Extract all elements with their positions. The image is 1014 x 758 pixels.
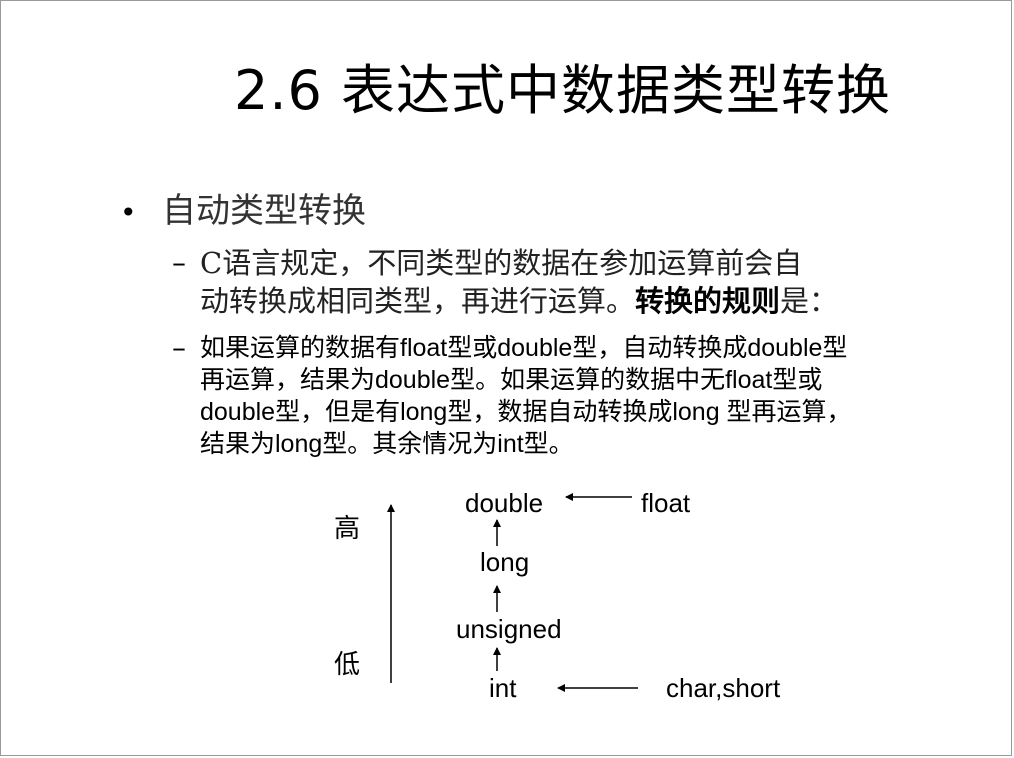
sub-item-1-line2-normal: 动转换成相同类型，再进行运算。 <box>200 284 636 318</box>
sub-item-1-text: C语言规定，不同类型的数据在参加运算前会自 动转换成相同类型，再进行运算。转换的… <box>200 244 960 320</box>
sub-item-2-line3: double型，但是有long型，数据自动转换成long 型再运算， <box>200 398 852 426</box>
type-long: long <box>480 547 530 577</box>
bullet-heading: 自动类型转换 <box>162 191 366 231</box>
sub-item-1-bold-rules: 转换的规则 <box>635 284 781 318</box>
high-label: 高 <box>334 514 361 544</box>
sub-item-2-dash: – <box>172 331 186 364</box>
sub-item-2-line2: 再运算，结果为double型。如果运算的数据中无float型或 <box>200 366 823 394</box>
type-int: int <box>489 673 517 703</box>
slide-title: 2.6 表达式中数据类型转换 <box>234 59 892 122</box>
sub-item-2-line4: 结果为long型。其余情况为int型。 <box>200 430 574 458</box>
sub-item-1-line1: C语言规定，不同类型的数据在参加运算前会自 <box>200 246 803 280</box>
sub-item-2-line1: 如果运算的数据有float型或double型，自动转换成double型 <box>200 334 848 362</box>
type-unsigned: unsigned <box>456 614 562 644</box>
sub-item-1-dash: – <box>172 246 186 279</box>
bullet-marker: • <box>120 196 137 229</box>
source-float: float <box>641 488 691 518</box>
sub-item-1-line2: 动转换成相同类型，再进行运算。转换的规则是： <box>200 282 960 320</box>
type-double: double <box>465 488 544 518</box>
source-char-short: char,short <box>666 673 781 703</box>
sub-item-1-line2-end: 是： <box>780 284 839 318</box>
low-label: 低 <box>334 650 361 680</box>
sub-item-2-text: 如果运算的数据有float型或double型，自动转换成double型 再运算，… <box>200 332 940 460</box>
